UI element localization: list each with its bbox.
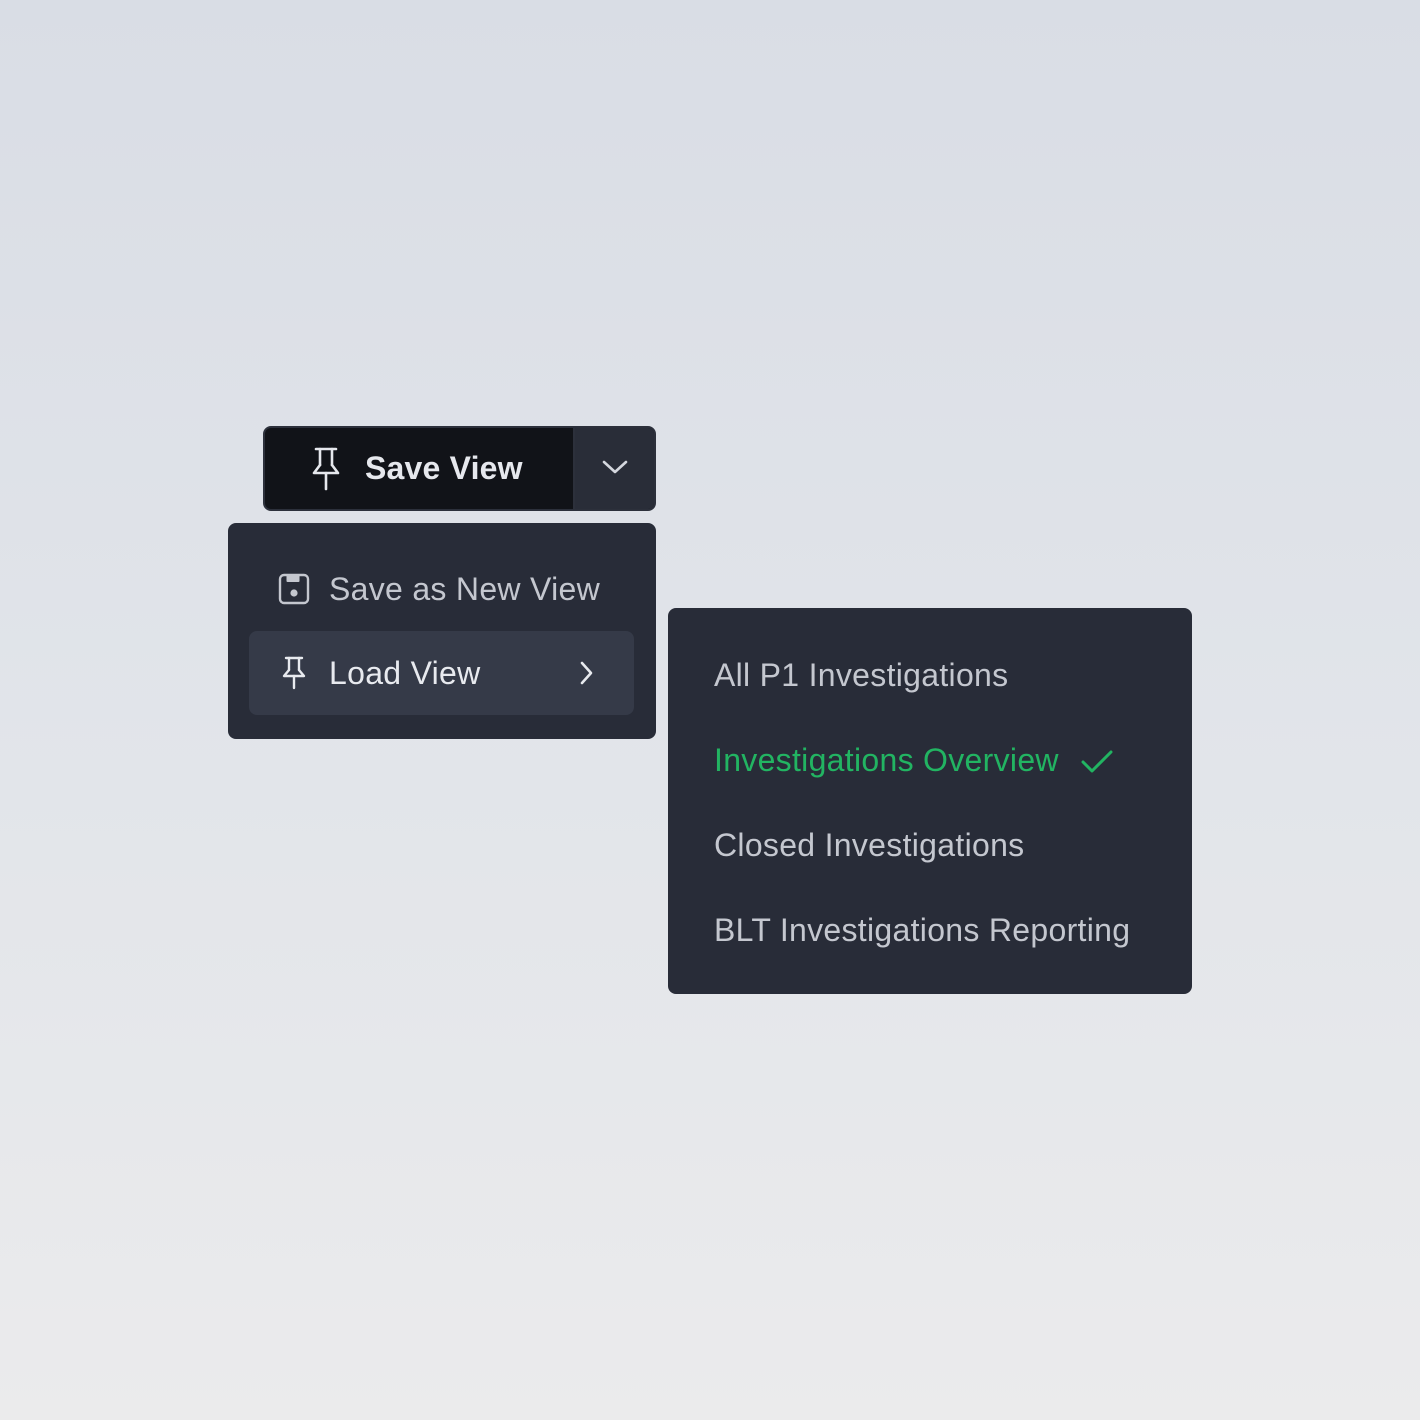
save-view-menu: Save as New View Load View bbox=[228, 523, 656, 739]
save-view-label: Save View bbox=[365, 450, 523, 486]
submenu-item-label: BLT Investigations Reporting bbox=[714, 912, 1131, 948]
dropdown-toggle-button[interactable] bbox=[575, 428, 654, 509]
menu-item-load-view[interactable]: Load View bbox=[249, 631, 634, 715]
pin-icon bbox=[309, 446, 343, 492]
load-view-submenu: All P1 Investigations Investigations Ove… bbox=[668, 608, 1192, 994]
save-view-split-button: Save View bbox=[263, 426, 656, 511]
menu-item-save-as-new-view[interactable]: Save as New View bbox=[249, 547, 634, 631]
submenu-item-label: All P1 Investigations bbox=[714, 657, 1009, 693]
submenu-item-closed-investigations[interactable]: Closed Investigations bbox=[668, 803, 1192, 888]
submenu-item-label: Closed Investigations bbox=[714, 827, 1025, 863]
save-view-button[interactable]: Save View bbox=[265, 428, 573, 509]
menu-item-label: Load View bbox=[329, 654, 481, 691]
pin-icon bbox=[277, 656, 311, 690]
submenu-item-investigations-overview[interactable]: Investigations Overview bbox=[668, 718, 1192, 803]
menu-item-label: Save as New View bbox=[329, 570, 601, 607]
chevron-down-icon bbox=[602, 460, 627, 473]
submenu-item-label: Investigations Overview bbox=[714, 742, 1059, 778]
submenu-item-blt-investigations-reporting[interactable]: BLT Investigations Reporting bbox=[668, 888, 1192, 973]
submenu-item-all-p1-investigations[interactable]: All P1 Investigations bbox=[668, 633, 1192, 718]
check-icon bbox=[1081, 750, 1113, 772]
save-icon bbox=[277, 572, 311, 606]
chevron-right-icon bbox=[580, 661, 593, 685]
